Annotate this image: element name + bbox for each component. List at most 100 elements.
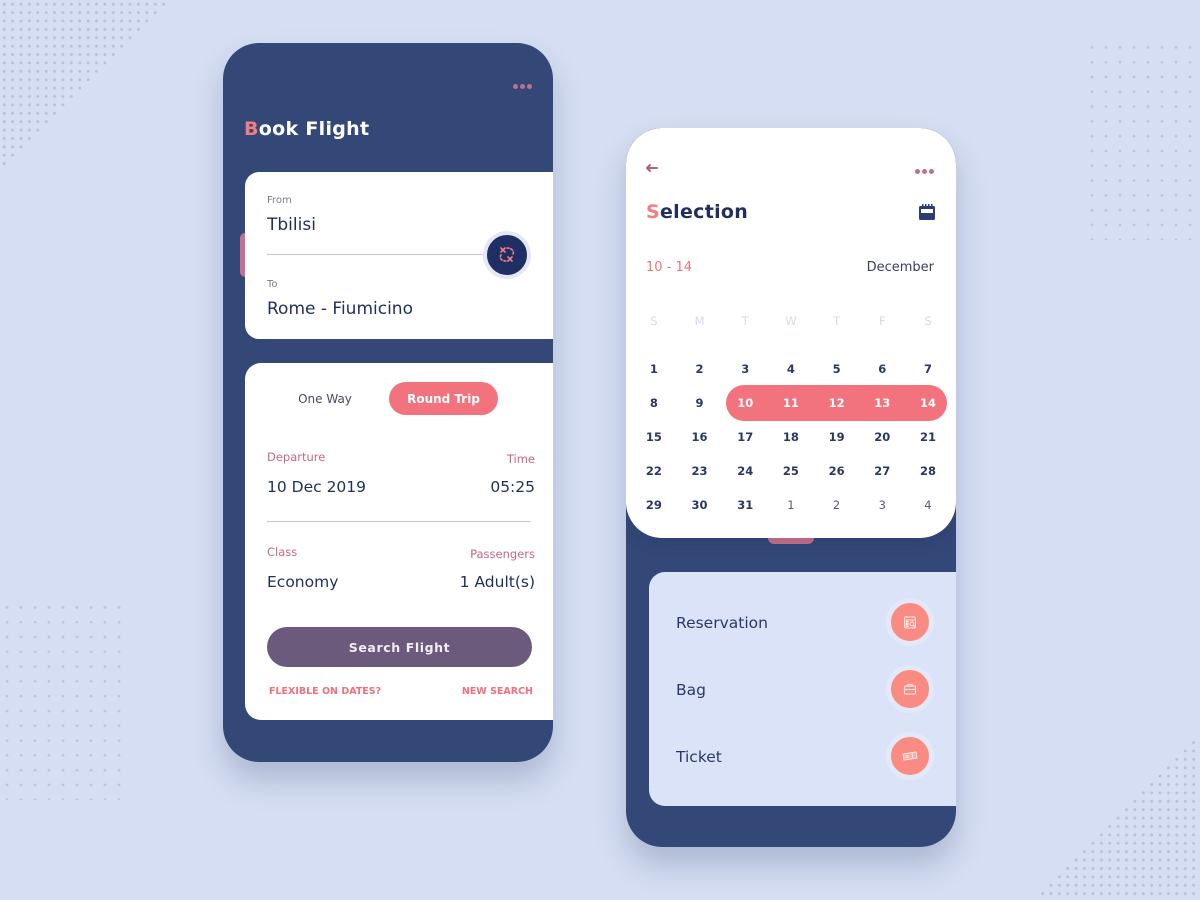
more-dots-icon[interactable] bbox=[915, 169, 934, 174]
weekday-label: S bbox=[924, 314, 932, 328]
departure-field[interactable]: 10 Dec 2019 bbox=[267, 478, 366, 496]
calendar-day[interactable]: 5 bbox=[814, 362, 860, 376]
calendar-week: 29 30 31 1 2 3 4 bbox=[631, 488, 951, 522]
dot-pattern-top-left bbox=[0, 0, 170, 170]
calendar-day[interactable]: 24 bbox=[722, 464, 768, 478]
calendar-day-next-month[interactable]: 4 bbox=[905, 498, 951, 512]
month-selector[interactable]: December bbox=[867, 260, 934, 275]
calendar-day-next-month[interactable]: 2 bbox=[814, 498, 860, 512]
calendar-grid: S M T W T F S 1 2 3 4 5 6 7 8 9 10 11 12… bbox=[631, 304, 951, 522]
weekday-label: T bbox=[833, 314, 841, 328]
swap-route-icon bbox=[499, 247, 515, 262]
calendar-day[interactable]: 22 bbox=[631, 464, 677, 478]
calendar-day[interactable]: 1 bbox=[631, 362, 677, 376]
calendar-day-next-month[interactable]: 1 bbox=[768, 498, 814, 512]
time-field[interactable]: 05:25 bbox=[490, 478, 535, 496]
calendar-day[interactable]: 30 bbox=[677, 498, 723, 512]
passengers-field[interactable]: 1 Adult(s) bbox=[460, 573, 535, 591]
to-label: To bbox=[267, 279, 278, 290]
search-flight-button[interactable]: Search Flight bbox=[267, 627, 532, 667]
calendar-day[interactable]: 6 bbox=[859, 362, 905, 376]
option-label: Reservation bbox=[676, 614, 768, 632]
weekday-label: W bbox=[785, 314, 797, 328]
calendar-day[interactable]: 7 bbox=[905, 362, 951, 376]
selected-range-text: 10 - 14 bbox=[646, 260, 693, 275]
calendar-week: 15 16 17 18 19 20 21 bbox=[631, 420, 951, 454]
selection-screen: Selection 10 - 14 December S M T W T F S… bbox=[626, 128, 956, 847]
calendar-day[interactable]: 27 bbox=[859, 464, 905, 478]
weekday-label: F bbox=[878, 314, 886, 328]
weekday-label: M bbox=[694, 314, 705, 328]
title-accent-letter: S bbox=[646, 201, 660, 223]
option-ticket[interactable]: Ticket bbox=[649, 732, 956, 782]
trip-details-card: One Way Round Trip Departure Time 10 Dec… bbox=[245, 363, 553, 720]
calendar-day-selected[interactable]: 13 bbox=[859, 396, 905, 410]
calendar-day-selected[interactable]: 11 bbox=[768, 396, 814, 410]
calendar-day[interactable]: 15 bbox=[631, 430, 677, 444]
reservation-icon bbox=[904, 616, 916, 629]
class-label: Class bbox=[267, 545, 298, 559]
calendar-day[interactable]: 29 bbox=[631, 498, 677, 512]
reservation-button[interactable] bbox=[886, 598, 934, 646]
dot-pattern-top-right bbox=[1085, 40, 1200, 240]
calendar-day[interactable]: 19 bbox=[814, 430, 860, 444]
time-label: Time bbox=[506, 452, 535, 466]
route-divider bbox=[267, 254, 487, 255]
calendar-day[interactable]: 17 bbox=[722, 430, 768, 444]
dot-pattern-bottom-right bbox=[1030, 730, 1200, 900]
page-title: Selection bbox=[646, 201, 748, 223]
bag-button[interactable] bbox=[886, 665, 934, 713]
calendar-day[interactable]: 26 bbox=[814, 464, 860, 478]
from-label: From bbox=[267, 195, 292, 206]
calendar-day-selected[interactable]: 14 bbox=[905, 396, 951, 410]
calendar-day[interactable]: 28 bbox=[905, 464, 951, 478]
title-rest: election bbox=[659, 201, 749, 223]
calendar-icon[interactable] bbox=[919, 204, 935, 220]
to-field[interactable]: Rome - Fiumicino bbox=[267, 299, 413, 319]
calendar-day-selected[interactable]: 12 bbox=[814, 396, 860, 410]
calendar-day[interactable]: 9 bbox=[677, 396, 723, 410]
option-reservation[interactable]: Reservation bbox=[649, 598, 956, 648]
calendar-week: 8 9 10 11 12 13 14 bbox=[631, 385, 951, 421]
trip-type-round-trip[interactable]: Round Trip bbox=[389, 382, 498, 415]
arrow-left-icon[interactable] bbox=[645, 163, 659, 173]
ticket-icon bbox=[902, 751, 918, 761]
class-field[interactable]: Economy bbox=[267, 573, 338, 591]
from-field[interactable]: Tbilisi bbox=[267, 215, 316, 235]
departure-label: Departure bbox=[267, 450, 326, 464]
calendar-day[interactable]: 2 bbox=[677, 362, 723, 376]
route-card: From Tbilisi To Rome - Fiumicino bbox=[245, 172, 553, 339]
calendar-day[interactable]: 21 bbox=[905, 430, 951, 444]
flexible-dates-link[interactable]: FLEXIBLE ON DATES? bbox=[269, 686, 381, 697]
option-label: Ticket bbox=[676, 748, 722, 766]
title-rest: ook Flight bbox=[258, 118, 370, 140]
ticket-button[interactable] bbox=[886, 732, 934, 780]
calendar-day[interactable]: 3 bbox=[722, 362, 768, 376]
swap-route-button[interactable] bbox=[483, 231, 531, 279]
calendar-day[interactable]: 16 bbox=[677, 430, 723, 444]
briefcase-icon bbox=[903, 683, 917, 695]
more-dots-icon[interactable] bbox=[513, 84, 532, 89]
option-bag[interactable]: Bag bbox=[649, 665, 956, 715]
option-label: Bag bbox=[676, 681, 706, 699]
calendar-day[interactable]: 25 bbox=[768, 464, 814, 478]
trip-divider bbox=[267, 521, 531, 522]
calendar-week: 22 23 24 25 26 27 28 bbox=[631, 454, 951, 488]
options-card: Reservation Bag Ticket bbox=[649, 572, 956, 806]
calendar-day[interactable]: 23 bbox=[677, 464, 723, 478]
dot-pattern-bottom-left bbox=[0, 600, 130, 800]
passengers-label: Passengers bbox=[470, 547, 535, 561]
calendar-day-selected[interactable]: 10 bbox=[722, 396, 768, 410]
calendar-day-next-month[interactable]: 3 bbox=[859, 498, 905, 512]
new-search-link[interactable]: NEW SEARCH bbox=[462, 686, 533, 697]
book-flight-screen: Book Flight From Tbilisi To Rome - Fiumi… bbox=[223, 43, 553, 762]
calendar-week: 1 2 3 4 5 6 7 bbox=[631, 352, 951, 386]
title-accent-letter: B bbox=[244, 118, 259, 140]
trip-type-one-way[interactable]: One Way bbox=[275, 384, 375, 414]
calendar-day[interactable]: 31 bbox=[722, 498, 768, 512]
calendar-day[interactable]: 20 bbox=[859, 430, 905, 444]
weekday-label: T bbox=[741, 314, 749, 328]
calendar-day[interactable]: 4 bbox=[768, 362, 814, 376]
calendar-day[interactable]: 8 bbox=[631, 396, 677, 410]
calendar-day[interactable]: 18 bbox=[768, 430, 814, 444]
